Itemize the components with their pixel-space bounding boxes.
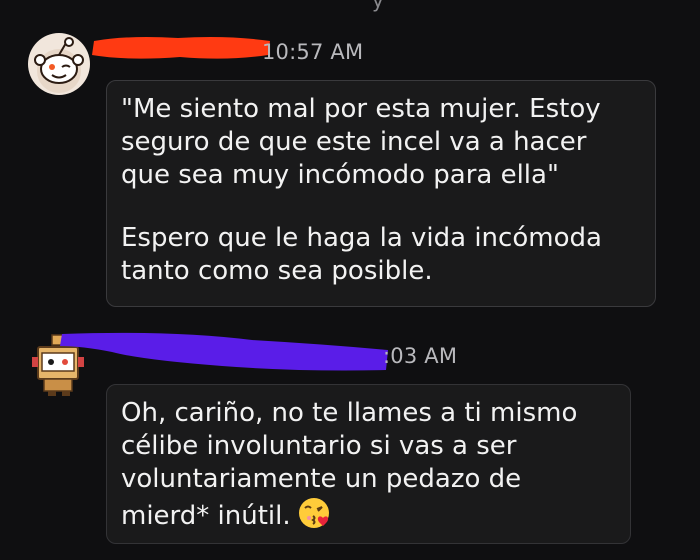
message-timestamp: :03 AM [383, 344, 458, 368]
message-text-line: voluntariamente un pedazo de [121, 464, 522, 494]
chat-thread: y 10:57 AM "Me siento mal por esta mujer… [0, 0, 700, 560]
message-text-line: "Me siento mal por esta mujer. Estoy [121, 94, 601, 124]
message-text-line: seguro de que este incel va a hacer [121, 127, 587, 157]
message-text-line: Espero que le haga la vida incómoda [121, 223, 602, 253]
redacted-username [88, 33, 274, 63]
message-text-line: que sea muy incómodo para ella" [121, 160, 559, 190]
kissing-face-icon [297, 496, 331, 530]
message-bubble: Oh, cariño, no te llames a ti mismo céli… [106, 384, 631, 544]
redacted-username [52, 330, 390, 374]
message-timestamp: 10:57 AM [262, 40, 364, 64]
message-bubble: "Me siento mal por esta mujer. Estoy seg… [106, 80, 656, 307]
clipped-text-fragment: y [372, 0, 384, 12]
message-text-line: tanto como sea posible. [121, 256, 433, 286]
message-text-line: célibe involuntario si vas a ser [121, 431, 517, 461]
snoo-avatar-icon[interactable] [28, 33, 90, 95]
message-text-line: mierd* inútil. [121, 501, 291, 531]
message-text-line: Oh, cariño, no te llames a ti mismo [121, 398, 578, 428]
